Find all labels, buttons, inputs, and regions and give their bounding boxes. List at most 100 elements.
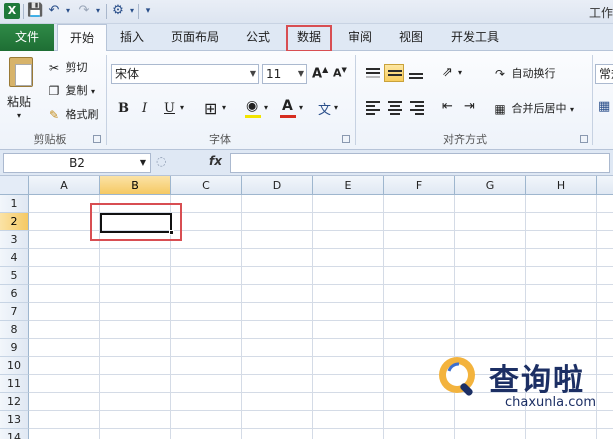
tab-view[interactable]: 视图: [389, 24, 433, 51]
table-cell[interactable]: [171, 393, 242, 411]
row-header-11[interactable]: 11: [0, 375, 29, 393]
align-bottom-button[interactable]: [406, 65, 426, 83]
table-cell[interactable]: [313, 285, 384, 303]
table-cell[interactable]: [242, 393, 313, 411]
format-painter-button[interactable]: ✎ 格式刷: [46, 106, 99, 123]
table-cell[interactable]: [313, 267, 384, 285]
column-header-f[interactable]: F: [384, 176, 455, 195]
table-cell[interactable]: [384, 249, 455, 267]
copy-dropdown-icon[interactable]: ▾: [91, 87, 95, 96]
table-cell[interactable]: [242, 357, 313, 375]
table-cell[interactable]: [242, 249, 313, 267]
copy-button[interactable]: ❐ 复制 ▾: [46, 82, 95, 99]
underline-button[interactable]: U: [164, 101, 175, 116]
customize-toolbar-icon[interactable]: ▾: [140, 3, 156, 19]
table-cell[interactable]: [242, 231, 313, 249]
column-header-c[interactable]: C: [171, 176, 242, 195]
row-header-1[interactable]: 1: [0, 195, 29, 213]
table-cell[interactable]: [455, 231, 526, 249]
table-cell[interactable]: [100, 375, 171, 393]
table-cell[interactable]: [313, 393, 384, 411]
table-cell[interactable]: [597, 195, 613, 213]
table-cell[interactable]: [526, 195, 597, 213]
table-cell[interactable]: [171, 339, 242, 357]
table-cell[interactable]: [526, 285, 597, 303]
border-dropdown-icon[interactable]: ▾: [222, 103, 226, 112]
table-cell[interactable]: [100, 267, 171, 285]
table-cell[interactable]: [171, 429, 242, 439]
table-cell[interactable]: [29, 249, 100, 267]
fill-color-icon[interactable]: ◉: [246, 98, 258, 114]
table-cell[interactable]: [455, 285, 526, 303]
font-color-dropdown-icon[interactable]: ▾: [299, 103, 303, 112]
font-size-select[interactable]: 11 ▼: [262, 64, 307, 84]
table-cell[interactable]: [313, 429, 384, 439]
row-header-12[interactable]: 12: [0, 393, 29, 411]
table-cell[interactable]: [384, 321, 455, 339]
table-cell[interactable]: [455, 213, 526, 231]
border-icon[interactable]: ⊞: [204, 99, 217, 118]
table-cell[interactable]: [171, 285, 242, 303]
currency-format-icon[interactable]: ▦: [598, 99, 610, 114]
table-cell[interactable]: [171, 249, 242, 267]
table-cell[interactable]: [242, 303, 313, 321]
table-cell[interactable]: [100, 339, 171, 357]
table-cell[interactable]: [313, 375, 384, 393]
italic-button[interactable]: I: [142, 101, 147, 116]
table-cell[interactable]: [597, 285, 613, 303]
select-all-corner[interactable]: [0, 176, 29, 195]
font-name-select[interactable]: 宋体 ▼: [111, 64, 259, 84]
column-header-e[interactable]: E: [313, 176, 384, 195]
table-cell[interactable]: [597, 321, 613, 339]
tab-developer[interactable]: 开发工具: [440, 24, 510, 51]
table-cell[interactable]: [29, 321, 100, 339]
table-cell[interactable]: [455, 429, 526, 439]
table-cell[interactable]: [455, 303, 526, 321]
tab-file[interactable]: 文件: [0, 24, 54, 51]
table-cell[interactable]: [242, 195, 313, 213]
align-middle-button[interactable]: [384, 64, 404, 82]
table-cell[interactable]: [29, 285, 100, 303]
table-cell[interactable]: [526, 267, 597, 285]
table-cell[interactable]: [384, 213, 455, 231]
tab-insert[interactable]: 插入: [110, 24, 154, 51]
table-cell[interactable]: [597, 429, 613, 439]
insert-function-icon[interactable]: fx: [209, 154, 222, 168]
align-top-button[interactable]: [363, 65, 383, 83]
phonetic-dropdown-icon[interactable]: ▾: [334, 103, 338, 112]
table-cell[interactable]: [171, 303, 242, 321]
table-cell[interactable]: [171, 375, 242, 393]
table-cell[interactable]: [171, 321, 242, 339]
table-cell[interactable]: [29, 303, 100, 321]
table-cell[interactable]: [313, 249, 384, 267]
table-cell[interactable]: [384, 267, 455, 285]
row-header-4[interactable]: 4: [0, 249, 29, 267]
table-cell[interactable]: [171, 357, 242, 375]
table-cell[interactable]: [100, 285, 171, 303]
row-header-14[interactable]: 14: [0, 429, 29, 439]
orientation-dropdown-icon[interactable]: ▾: [458, 68, 462, 77]
excel-app-icon[interactable]: X: [4, 3, 20, 19]
phonetic-icon[interactable]: 文: [318, 99, 331, 118]
tab-review[interactable]: 审阅: [338, 24, 382, 51]
merge-center-button[interactable]: ▦ 合并后居中 ▾: [492, 100, 574, 117]
fill-color-dropdown-icon[interactable]: ▾: [264, 103, 268, 112]
column-header-partial[interactable]: [597, 176, 613, 195]
row-header-8[interactable]: 8: [0, 321, 29, 339]
table-cell[interactable]: [29, 411, 100, 429]
table-cell[interactable]: [597, 267, 613, 285]
table-cell[interactable]: [171, 267, 242, 285]
table-cell[interactable]: [384, 429, 455, 439]
table-cell[interactable]: [29, 339, 100, 357]
table-cell[interactable]: [29, 267, 100, 285]
table-cell[interactable]: [100, 303, 171, 321]
table-cell[interactable]: [384, 231, 455, 249]
increase-indent-icon[interactable]: ⇥: [464, 99, 475, 114]
align-left-button[interactable]: [363, 99, 383, 117]
tab-formulas[interactable]: 公式: [236, 24, 280, 51]
row-header-3[interactable]: 3: [0, 231, 29, 249]
paste-button-label[interactable]: 粘贴: [7, 93, 31, 110]
paste-dropdown-icon[interactable]: ▾: [17, 111, 21, 120]
table-cell[interactable]: [526, 429, 597, 439]
formula-input[interactable]: [230, 153, 610, 173]
